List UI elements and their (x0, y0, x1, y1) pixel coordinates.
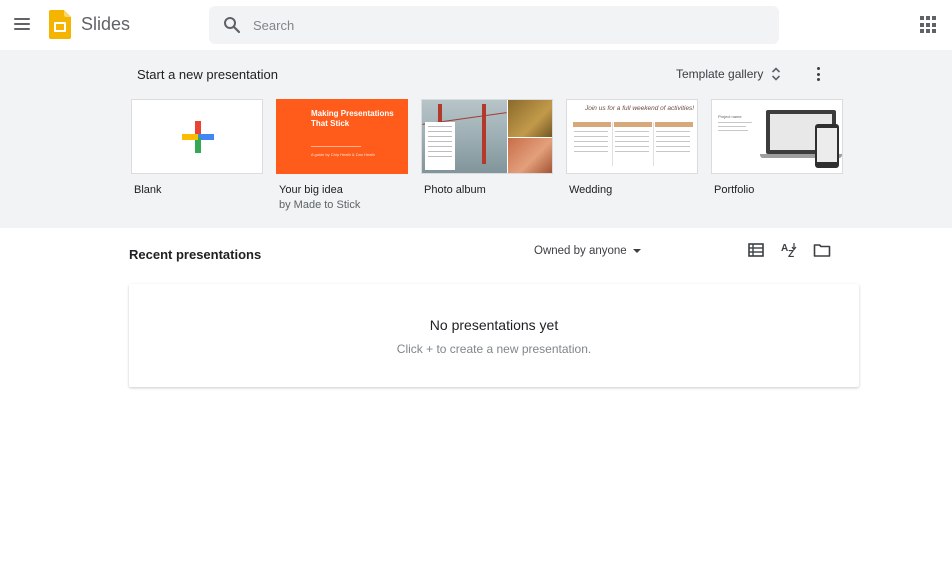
apps-dot (920, 22, 924, 27)
search-input[interactable] (253, 6, 753, 44)
apps-dot (920, 29, 924, 34)
template-name: Portfolio (714, 184, 755, 196)
text-line (718, 130, 748, 131)
text-line (718, 126, 746, 127)
more-dot (816, 78, 820, 81)
thumb-title: Making Presentations That Stick (311, 109, 394, 128)
apps-dot (932, 16, 936, 20)
template-wedding[interactable]: Join us for a full weekend of activities… (566, 99, 698, 197)
template-thumbnail[interactable]: Making Presentations That Stick A guide … (276, 99, 408, 174)
caption-card (425, 122, 455, 170)
template-photo-album[interactable]: Photo album (421, 99, 553, 197)
list-view-icon[interactable] (747, 241, 765, 259)
apps-dot (926, 16, 930, 20)
photo-tile (508, 100, 552, 137)
text-line (718, 122, 752, 123)
apps-grid-icon[interactable] (920, 16, 938, 34)
thumb-divider (311, 146, 361, 147)
template-your-big-idea[interactable]: Making Presentations That Stick A guide … (276, 99, 408, 212)
app-title[interactable]: Slides (81, 13, 130, 35)
thumb-subtitle: A guide by Chip Heath & Dan Heath (311, 152, 375, 157)
svg-text:Z: Z (788, 249, 794, 259)
caret-down-icon (632, 249, 641, 253)
menu-line (14, 23, 30, 25)
template-thumbnail[interactable] (421, 99, 553, 174)
template-portfolio[interactable]: Project name Portfolio (711, 99, 843, 197)
thumb-title: Join us for a full weekend of activities… (585, 105, 695, 112)
template-name: Photo album (424, 184, 486, 196)
template-section: Start a new presentation Template galler… (0, 50, 952, 228)
plus-icon (182, 121, 214, 153)
empty-state-subtitle: Click + to create a new presentation. (396, 342, 592, 356)
menu-line (14, 28, 30, 30)
top-app-bar: Slides (0, 0, 952, 50)
folder-icon[interactable] (813, 241, 831, 259)
template-author: by Made to Stick (279, 199, 361, 211)
template-name: Wedding (569, 184, 613, 196)
sort-az-icon[interactable]: A Z (780, 241, 798, 259)
apps-dot (932, 29, 936, 34)
template-thumbnail[interactable]: Join us for a full weekend of activities… (566, 99, 698, 174)
apps-dot (920, 16, 924, 20)
template-gallery-button[interactable]: Template gallery (672, 61, 785, 87)
empty-state-card: No presentations yet Click + to create a… (129, 284, 859, 387)
template-name: Blank (134, 184, 162, 196)
search-icon[interactable] (223, 16, 241, 34)
apps-dot (926, 22, 930, 27)
template-blank[interactable]: Blank (131, 99, 263, 197)
column-divider (653, 122, 654, 166)
bridge-tower (482, 104, 486, 164)
menu-line (14, 18, 30, 20)
main-menu-button[interactable] (8, 10, 36, 38)
more-options-icon[interactable] (810, 64, 826, 84)
owner-filter-label: Owned by anyone (534, 245, 627, 257)
photo-tile (508, 138, 552, 173)
schedule-column (655, 122, 693, 166)
more-dot (816, 72, 820, 76)
unfold-more-icon (772, 67, 781, 81)
schedule-column (614, 122, 652, 166)
template-thumbnail[interactable]: Project name (711, 99, 843, 174)
phone-mockup (815, 124, 839, 168)
apps-dot (926, 29, 930, 34)
empty-state-title: No presentations yet (429, 317, 559, 333)
start-new-title: Start a new presentation (137, 67, 278, 82)
recent-presentations-title: Recent presentations (129, 247, 262, 262)
template-name: Your big idea (279, 184, 343, 196)
apps-dot (932, 22, 936, 27)
slides-logo-icon[interactable] (49, 10, 71, 39)
thumb-title: Project name (718, 114, 742, 119)
owner-filter-dropdown[interactable]: Owned by anyone (530, 241, 645, 261)
more-dot (816, 67, 820, 70)
bridge-photo (422, 100, 507, 173)
column-divider (612, 122, 613, 166)
search-bar[interactable] (209, 6, 779, 44)
schedule-column (573, 122, 611, 166)
template-thumbnail[interactable] (131, 99, 263, 174)
template-gallery-label: Template gallery (676, 67, 764, 81)
